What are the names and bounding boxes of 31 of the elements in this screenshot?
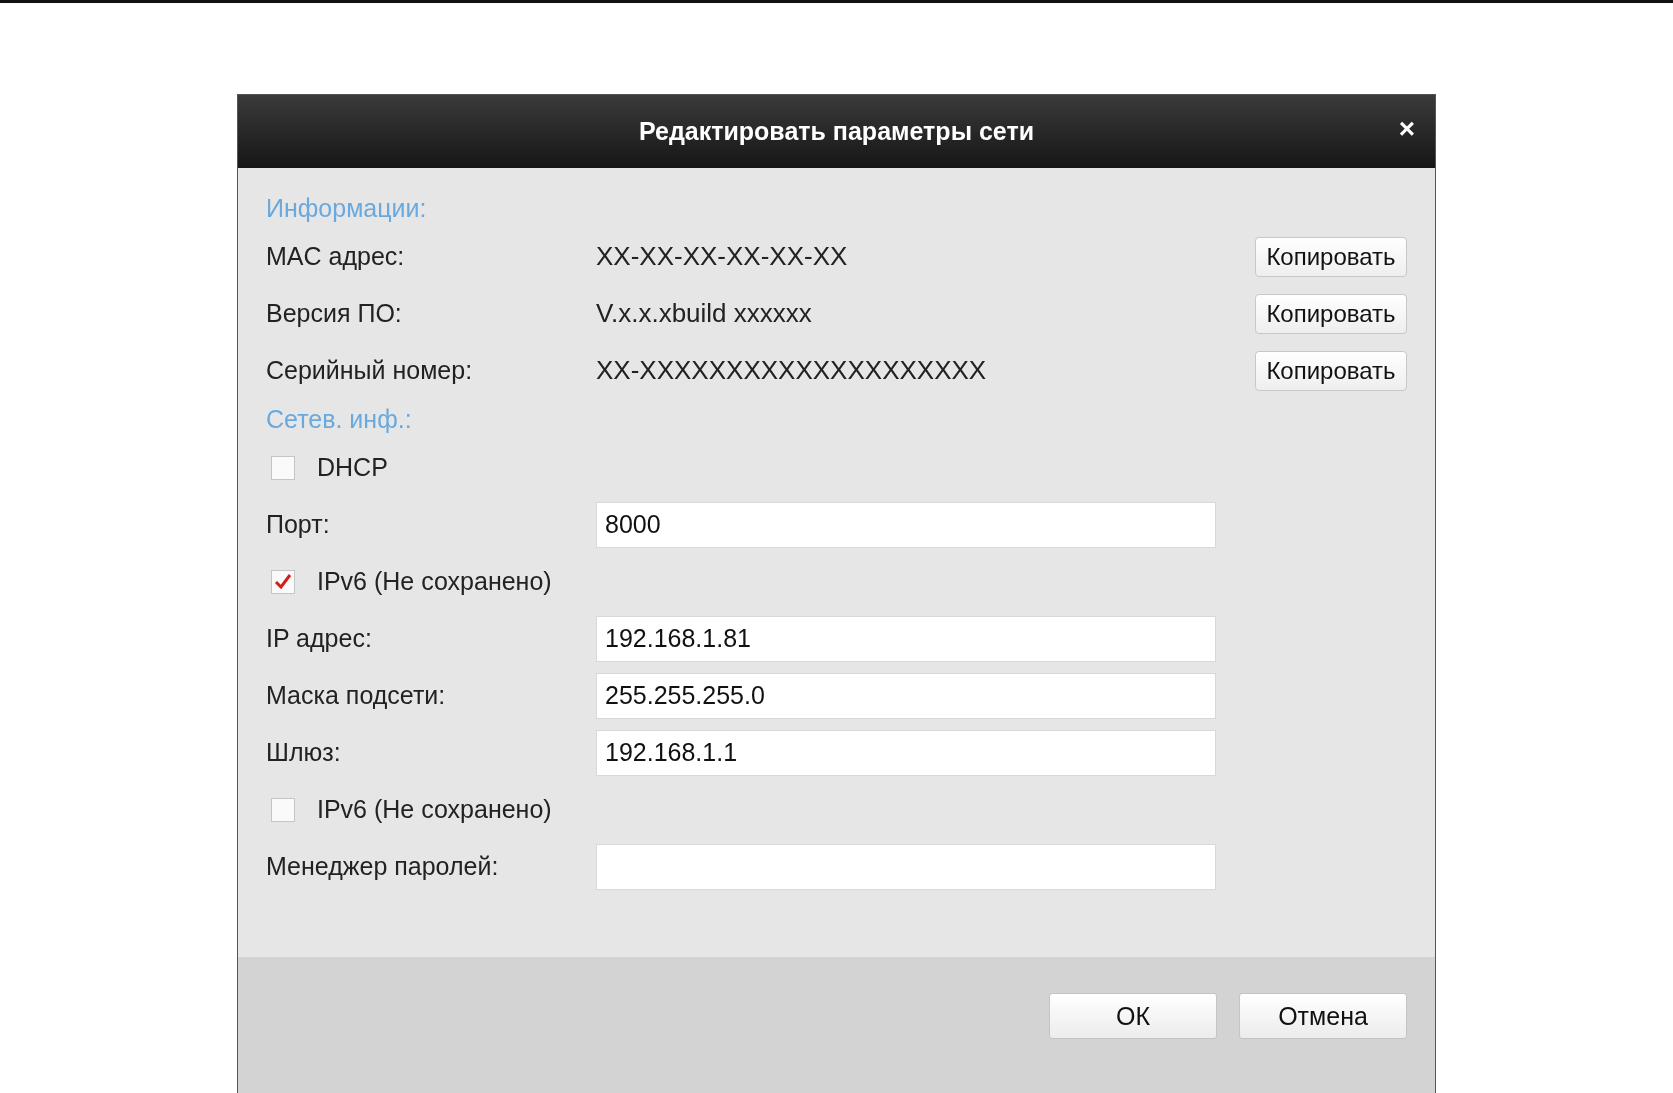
cancel-button[interactable]: Отмена bbox=[1239, 993, 1407, 1039]
field-label: Порт: bbox=[266, 510, 331, 539]
input-field[interactable]: 192.168.1.1 bbox=[596, 729, 1216, 776]
checkbox-label: IPv6 (Не сохранено) bbox=[317, 795, 552, 824]
field-label: Маска подсети: bbox=[266, 681, 447, 710]
section-heading: Информации: bbox=[266, 193, 428, 224]
checkbox[interactable] bbox=[271, 797, 295, 822]
copy-button[interactable]: Копировать bbox=[1255, 293, 1407, 334]
checkbox-label: IPv6 (Не сохранено) bbox=[317, 567, 552, 596]
input-field[interactable] bbox=[596, 843, 1216, 890]
checkbox[interactable] bbox=[271, 569, 295, 594]
field-label: Версия ПО: bbox=[266, 299, 403, 328]
input-field[interactable]: 8000 bbox=[596, 501, 1216, 548]
field-label: Менеджер паролей: bbox=[266, 852, 500, 881]
checkbox[interactable] bbox=[271, 455, 295, 480]
window-title: Редактировать параметры сети bbox=[638, 117, 1034, 146]
value-text: XX-XXXXXXXXXXXXXXXXXXXX bbox=[596, 355, 988, 386]
field-label: MAC адрес: bbox=[266, 242, 406, 271]
section-heading: Сетев. инф.: bbox=[266, 404, 413, 435]
field-label: Серийный номер: bbox=[266, 356, 474, 385]
checkbox-label: DHCP bbox=[317, 453, 388, 482]
value-text: XX-XX-XX-XX-XX-XX bbox=[596, 241, 849, 272]
copy-button[interactable]: Копировать bbox=[1255, 236, 1407, 277]
field-label: IP адрес: bbox=[266, 624, 373, 653]
ok-button[interactable]: ОК bbox=[1049, 993, 1217, 1039]
input-field[interactable]: 255.255.255.0 bbox=[596, 672, 1216, 719]
input-field[interactable]: 192.168.1.81 bbox=[596, 615, 1216, 662]
close-button[interactable]: × bbox=[1392, 113, 1421, 145]
value-text: V.x.x.xbuild xxxxxx bbox=[596, 298, 813, 329]
field-label: Шлюз: bbox=[266, 738, 342, 767]
copy-button[interactable]: Копировать bbox=[1255, 350, 1407, 391]
